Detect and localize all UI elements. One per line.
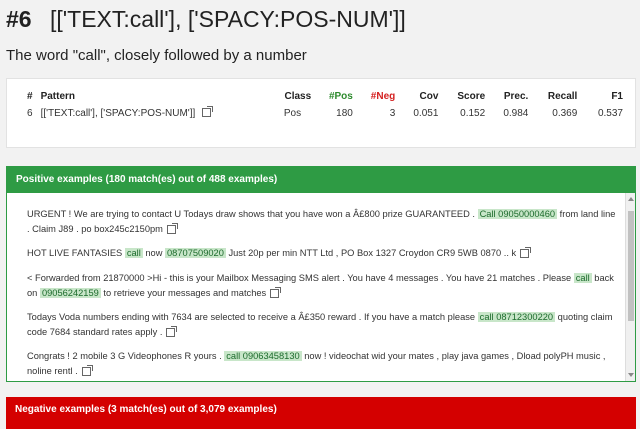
table-row: 6 [['TEXT:call'], ['SPACY:POS-NUM']] Pos… xyxy=(7,102,635,124)
scroll-up-icon[interactable] xyxy=(628,197,634,201)
external-link-icon[interactable] xyxy=(202,106,214,118)
external-link-icon[interactable] xyxy=(81,365,93,377)
scroll-thumb[interactable] xyxy=(628,211,634,321)
match-highlight: call 09063458130 xyxy=(224,351,302,361)
pattern-description: The word "call", closely followed by a n… xyxy=(6,47,307,64)
negative-examples-panel: Negative examples (3 match(es) out of 3,… xyxy=(6,397,636,429)
stats-table: # Pattern Class #Pos #Neg Cov Score Prec… xyxy=(7,79,635,124)
scrollbar[interactable] xyxy=(625,193,635,381)
negative-examples-heading[interactable]: Negative examples (3 match(es) out of 3,… xyxy=(6,397,636,423)
example-text: Just 20p per min NTT Ltd , PO Box 1327 C… xyxy=(225,248,517,258)
match-highlight: Call 09050000460 xyxy=(477,209,558,219)
row-f1: 0.537 xyxy=(597,107,623,119)
example-text: HOT LIVE FANTASIES xyxy=(27,248,125,258)
row-cov: 0.051 xyxy=(413,107,439,119)
col-pos: #Pos xyxy=(328,91,353,102)
pattern-title: [['TEXT:call'], ['SPACY:POS-NUM']] xyxy=(49,6,406,32)
example-text: to retrieve your messages and matches xyxy=(100,288,267,298)
example-text: Todays Voda numbers ending with 7634 are… xyxy=(27,312,478,322)
col-neg: #Neg xyxy=(370,91,396,102)
example-text: now xyxy=(142,248,166,258)
row-index: 6 xyxy=(27,107,33,119)
row-prec: 0.984 xyxy=(503,107,529,119)
col-class: Class xyxy=(284,91,312,102)
row-recall: 0.369 xyxy=(552,107,578,119)
external-link-icon[interactable] xyxy=(166,326,178,338)
list-item: < Forwarded from 21870000 >Hi - this is … xyxy=(27,271,617,301)
external-link-icon[interactable] xyxy=(520,247,532,259)
list-item: URGENT ! We are trying to contact U Toda… xyxy=(27,207,617,237)
list-item: HOT LIVE FANTASIES call now 08707509020 … xyxy=(27,246,617,261)
list-item: Todays Voda numbers ending with 7634 are… xyxy=(27,310,617,340)
col-pattern: Pattern xyxy=(40,91,76,102)
example-text: URGENT ! We are trying to contact U Toda… xyxy=(27,209,478,219)
row-neg: 3 xyxy=(389,107,396,119)
external-link-icon[interactable] xyxy=(270,287,282,299)
col-prec: Prec. xyxy=(503,91,529,102)
list-item: Congrats ! 2 mobile 3 G Videophones R yo… xyxy=(27,349,617,379)
stats-header-row: # Pattern Class #Pos #Neg Cov Score Prec… xyxy=(7,79,635,102)
match-highlight: call xyxy=(573,273,592,283)
col-f1: F1 xyxy=(611,91,623,102)
row-pattern-text: [['TEXT:call'], ['SPACY:POS-NUM']] xyxy=(40,107,196,119)
match-highlight: 09056242159 xyxy=(39,288,101,298)
match-highlight: call xyxy=(124,248,143,258)
row-score: 0.152 xyxy=(460,107,486,119)
positive-examples-panel: Positive examples (180 match(es) out of … xyxy=(6,166,636,382)
row-pattern: [['TEXT:call'], ['SPACY:POS-NUM']] xyxy=(37,102,270,124)
example-text: Congrats ! 2 mobile 3 G Videophones R yo… xyxy=(27,351,225,361)
positive-examples-heading[interactable]: Positive examples (180 match(es) out of … xyxy=(7,167,635,193)
col-index: # xyxy=(27,91,33,102)
col-recall: Recall xyxy=(547,91,578,102)
example-text: < Forwarded from 21870000 >Hi - this is … xyxy=(27,273,574,283)
positive-examples-list: URGENT ! We are trying to contact U Toda… xyxy=(7,193,635,381)
stats-card: # Pattern Class #Pos #Neg Cov Score Prec… xyxy=(6,78,636,148)
row-pos: 180 xyxy=(336,107,353,119)
row-class: Pos xyxy=(283,107,302,119)
pattern-number: #6 xyxy=(6,6,32,32)
external-link-icon[interactable] xyxy=(166,223,178,235)
col-cov: Cov xyxy=(419,91,439,102)
page-title: #6 [['TEXT:call'], ['SPACY:POS-NUM']] xyxy=(6,6,406,33)
col-score: Score xyxy=(457,91,486,102)
match-highlight: call 08712300220 xyxy=(477,312,556,322)
scroll-down-icon[interactable] xyxy=(628,373,634,377)
match-highlight: 08707509020 xyxy=(165,248,226,258)
